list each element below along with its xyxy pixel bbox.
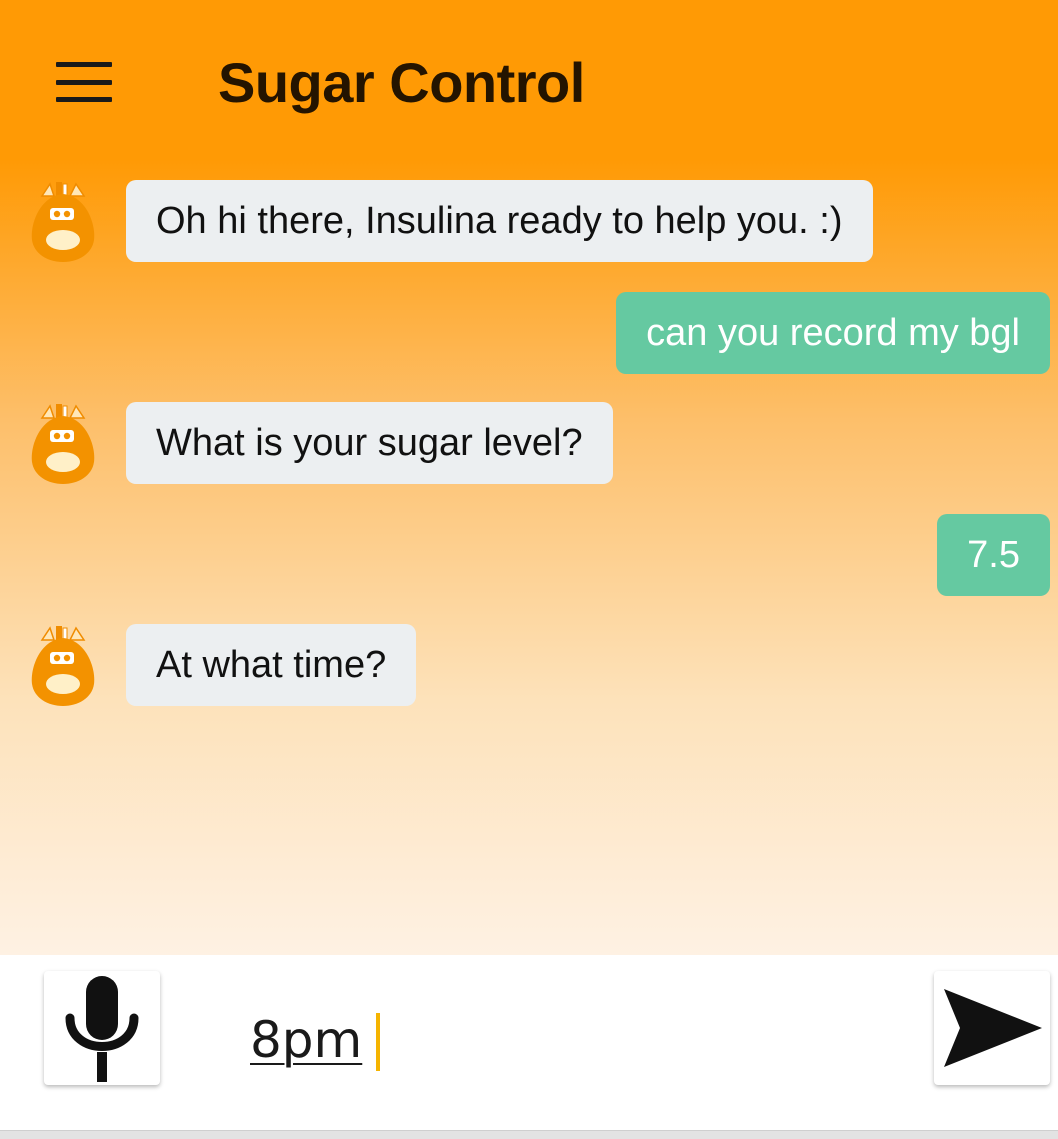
system-bar [0,1130,1058,1139]
send-arrow-icon [944,989,1042,1067]
user-message-bubble: can you record my bgl [616,292,1050,374]
message-row: 7.5 [0,514,1058,598]
message-row: Oh hi there, Insulina ready to help you.… [0,180,1058,264]
bot-avatar-icon [31,626,95,706]
microphone-button[interactable] [44,971,160,1085]
page-title: Sugar Control [218,51,585,114]
message-input[interactable] [250,995,890,1085]
microphone-icon [65,976,139,1082]
user-message-bubble: 7.5 [937,514,1050,596]
bot-avatar-icon [31,404,95,484]
send-button[interactable] [934,971,1050,1085]
bot-message-bubble: Oh hi there, Insulina ready to help you.… [126,180,873,262]
bot-message-bubble: What is your sugar level? [126,402,613,484]
bot-avatar-icon [31,182,95,262]
chat-screen: Sugar Control Oh hi there, Insulina read… [0,0,1058,955]
bot-message-bubble: At what time? [126,624,417,706]
message-composer [0,955,1058,1130]
menu-button[interactable] [56,62,112,102]
hamburger-menu-icon [56,62,112,67]
message-row: can you record my bgl [0,292,1058,376]
message-row: What is your sugar level? [0,402,1058,486]
message-row: At what time? [0,624,1058,708]
text-cursor [376,1013,380,1071]
